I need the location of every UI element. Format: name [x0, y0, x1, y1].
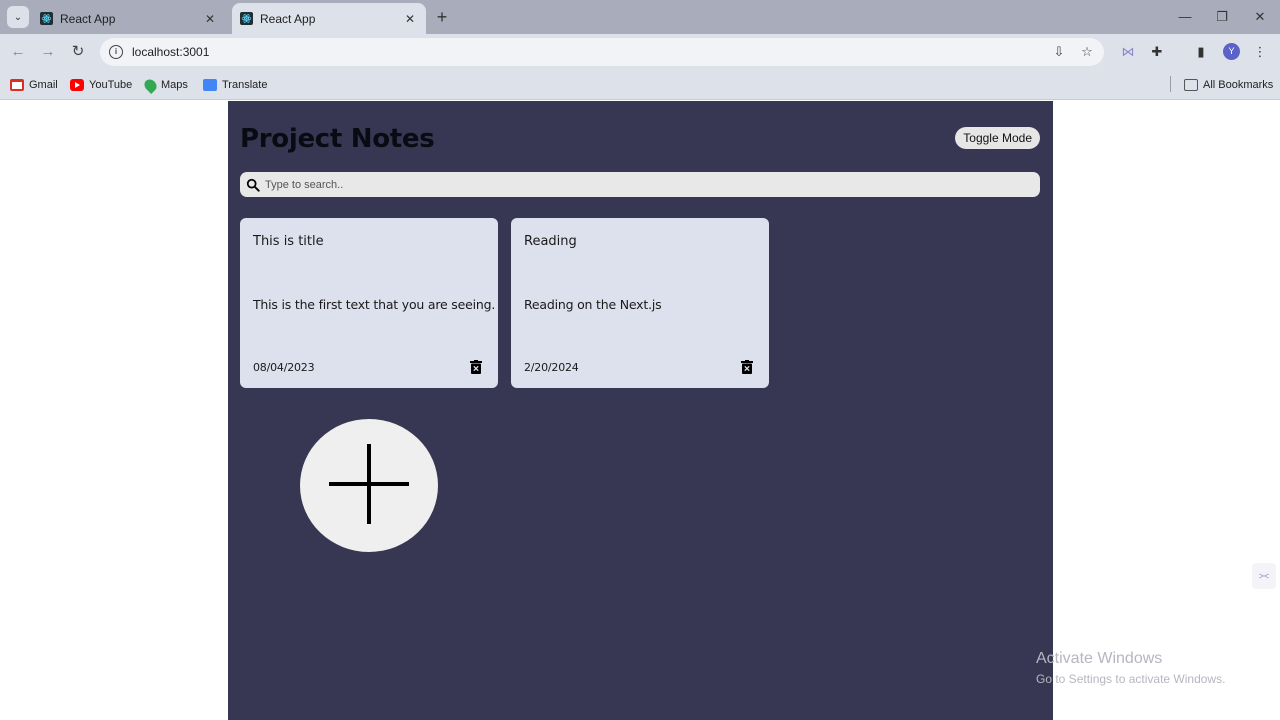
react-favicon-icon — [240, 12, 253, 25]
address-bar[interactable]: i localhost:3001 ⇩ ☆ — [100, 38, 1104, 66]
bookmark-star-icon[interactable]: ☆ — [1076, 44, 1098, 60]
page-title: Project Notes — [240, 124, 435, 154]
note-card[interactable]: This is title This is the first text tha… — [240, 218, 498, 388]
tab-title: React App — [260, 11, 316, 26]
note-title: This is title — [253, 234, 324, 249]
browser-toolbar: ← → ↻ i localhost:3001 ⇩ ☆ ⋈ ✚ ▮ Y ⋮ — [0, 34, 1280, 70]
delete-icon[interactable] — [470, 360, 482, 374]
window-close-icon[interactable]: ✕ — [1244, 6, 1276, 28]
folder-icon — [1184, 79, 1198, 91]
toggle-mode-button[interactable]: Toggle Mode — [955, 126, 1040, 149]
add-note-button[interactable] — [300, 419, 438, 552]
maps-icon — [142, 76, 159, 94]
forward-icon[interactable]: → — [37, 41, 59, 63]
bookmark-label: YouTube — [89, 79, 133, 91]
bookmark-youtube[interactable]: YouTube — [70, 76, 132, 94]
activate-subtitle: Go to Settings to activate Windows. — [1036, 672, 1226, 686]
plus-icon — [329, 444, 409, 524]
react-favicon-icon — [40, 12, 53, 25]
back-icon[interactable]: ← — [7, 41, 29, 63]
note-text: Reading on the Next.js — [524, 297, 662, 312]
tab-close-icon[interactable]: ✕ — [202, 12, 218, 26]
search-input[interactable] — [265, 178, 1040, 191]
url-text[interactable]: localhost:3001 — [132, 45, 1048, 59]
more-menu-icon[interactable]: ⋮ — [1249, 41, 1271, 63]
tab-strip: ⌄ React App ✕ React App ✕ + — ❐ ✕ — [0, 0, 1280, 34]
bookmark-gmail[interactable]: Gmail — [10, 76, 58, 94]
install-app-icon[interactable]: ⇩ — [1048, 44, 1070, 60]
gmail-icon — [10, 79, 24, 91]
search-icon — [246, 178, 260, 192]
profile-avatar[interactable]: Y — [1223, 43, 1240, 60]
tab-search-icon[interactable]: ⌄ — [7, 6, 29, 28]
activate-windows-watermark: Activate Windows Go to Settings to activ… — [1036, 650, 1225, 686]
note-footer: 08/04/2023 — [253, 360, 482, 374]
bookmark-label: Translate — [222, 79, 268, 91]
notes-app: Project Notes Toggle Mode This is title … — [228, 101, 1053, 720]
note-text: This is the first text that you are seei… — [253, 297, 496, 312]
bookmark-label: Maps — [161, 79, 188, 91]
note-date: 2/20/2024 — [524, 360, 579, 374]
search-bar[interactable] — [240, 172, 1040, 197]
youtube-icon — [70, 79, 84, 91]
all-bookmarks[interactable]: All Bookmarks — [1184, 76, 1273, 94]
minimize-icon[interactable]: — — [1169, 6, 1201, 28]
extensions-puzzle-icon[interactable]: ✚ — [1146, 41, 1168, 63]
bookmark-label: Gmail — [29, 79, 58, 91]
note-title: Reading — [524, 234, 577, 249]
note-date: 08/04/2023 — [253, 360, 315, 374]
note-footer: 2/20/2024 — [524, 360, 753, 374]
reload-icon[interactable]: ↻ — [67, 41, 89, 63]
notes-list: This is title This is the first text tha… — [240, 218, 769, 388]
bookmark-translate[interactable]: Translate — [203, 76, 267, 94]
restore-icon[interactable]: ❐ — [1206, 6, 1238, 28]
site-info-icon[interactable]: i — [109, 45, 123, 59]
tab-active[interactable]: React App ✕ — [232, 3, 426, 34]
side-panel-icon[interactable]: ▮ — [1190, 41, 1212, 63]
delete-icon[interactable] — [741, 360, 753, 374]
new-tab-icon[interactable]: + — [432, 7, 452, 27]
bookmarks-bar: Gmail YouTube Maps Translate All Bookmar… — [0, 70, 1280, 100]
tab-title: React App — [60, 11, 116, 26]
side-extension-icon[interactable]: >< — [1252, 563, 1276, 589]
tab-close-icon[interactable]: ✕ — [402, 12, 418, 26]
bookmark-maps[interactable]: Maps — [142, 76, 188, 94]
tab-inactive[interactable]: React App ✕ — [32, 3, 226, 34]
activate-title: Activate Windows — [1036, 650, 1163, 667]
translate-icon — [203, 79, 217, 91]
all-bookmarks-label: All Bookmarks — [1203, 79, 1274, 91]
app-header: Project Notes Toggle Mode — [240, 121, 1040, 154]
note-card[interactable]: Reading Reading on the Next.js 2/20/2024 — [511, 218, 769, 388]
extension-icon[interactable]: ⋈ — [1117, 41, 1139, 63]
bookmarks-divider — [1170, 76, 1171, 92]
